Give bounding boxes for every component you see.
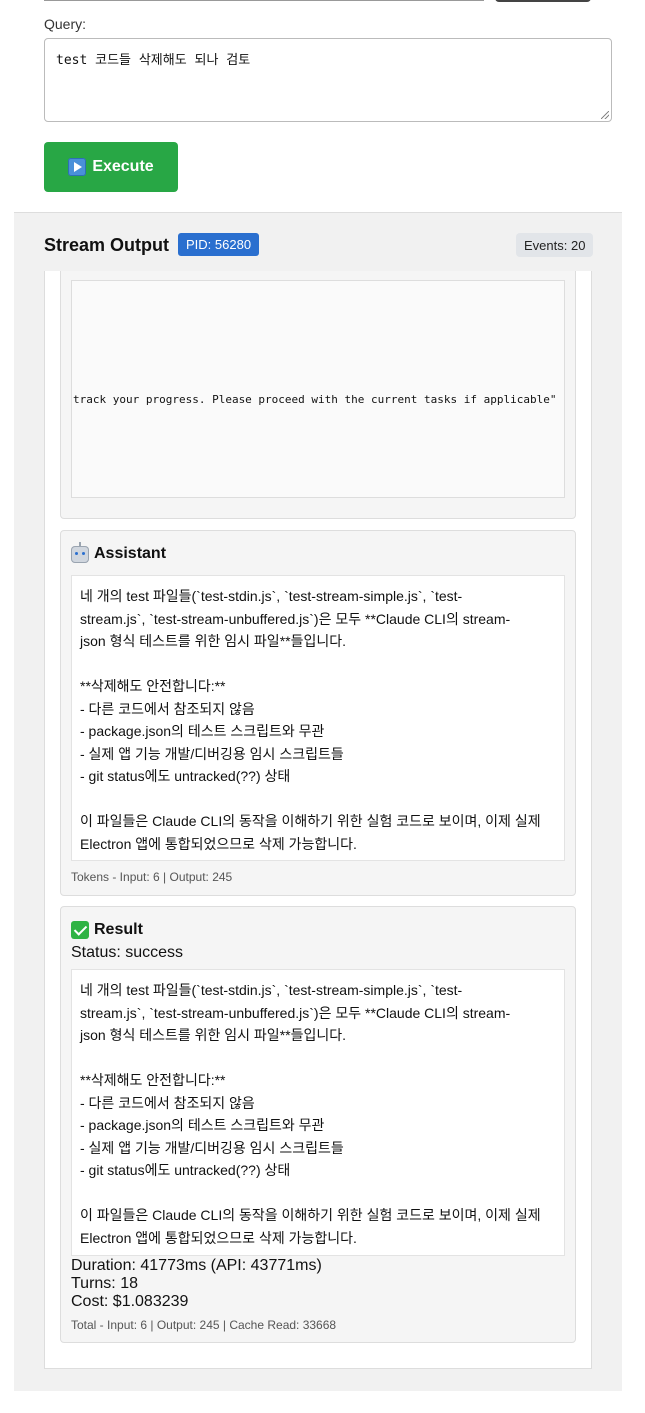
message-line: **삭제해도 안전합니다:** bbox=[80, 678, 226, 694]
assistant-message-card: Assistant 네 개의 test 파일들(`test-stdin.js`,… bbox=[60, 530, 576, 896]
events-count-badge: Events: 20 bbox=[516, 233, 594, 257]
previous-input-edge bbox=[44, 0, 484, 1]
message-line: - git status에도 untracked(??) 상태 bbox=[80, 1162, 291, 1178]
result-card: Result Status: success 네 개의 test 파일들(`te… bbox=[60, 906, 576, 1343]
previous-button-edge[interactable] bbox=[495, 0, 591, 2]
message-line: json 형식 테스트를 위한 임시 파일**들입니다. bbox=[80, 633, 346, 649]
message-line: - git status에도 untracked(??) 상태 bbox=[80, 768, 291, 784]
assistant-title: Assistant bbox=[94, 545, 167, 562]
message-line: Electron 앱에 통합되었으므로 삭제 가능합니다. bbox=[80, 1229, 357, 1246]
tool-result-card: track your progress. Please proceed with… bbox=[60, 271, 576, 519]
message-line: - 실제 앱 기능 개발/디버깅용 임시 스크립트들 bbox=[80, 1139, 344, 1156]
execute-button[interactable]: Execute bbox=[44, 142, 178, 192]
message-line: **삭제해도 안전합니다:** bbox=[80, 1072, 226, 1088]
assistant-token-usage: Tokens - Input: 6 | Output: 245 bbox=[71, 870, 233, 884]
play-icon bbox=[68, 158, 87, 176]
stream-event-list[interactable]: track your progress. Please proceed with… bbox=[44, 271, 592, 1369]
robot-icon bbox=[71, 541, 89, 563]
pid-badge: PID: 56280 bbox=[178, 233, 260, 256]
message-line: - 실제 앱 기능 개발/디버깅용 임시 스크립트들 bbox=[80, 745, 344, 762]
message-line: - package.json의 테스트 스크립트와 무관 bbox=[80, 723, 325, 739]
check-icon bbox=[71, 921, 89, 939]
resize-grip-icon[interactable] bbox=[601, 111, 609, 119]
query-textarea[interactable]: test 코드들 삭제해도 되나 검토 bbox=[44, 38, 612, 122]
result-turns: Turns: 18 bbox=[71, 1275, 138, 1292]
message-line: stream.js`, `test-stream-unbuffered.js`)… bbox=[80, 1004, 511, 1021]
message-line: - package.json의 테스트 스크립트와 무관 bbox=[80, 1117, 325, 1133]
result-duration: Duration: 41773ms (API: 43771ms) bbox=[71, 1257, 322, 1274]
message-line: 이 파일들은 Claude CLI의 동작을 이해하기 위한 실험 코드로 보이… bbox=[80, 1207, 541, 1223]
assistant-message-body: 네 개의 test 파일들(`test-stdin.js`, `test-str… bbox=[71, 575, 565, 861]
message-line: stream.js`, `test-stream-unbuffered.js`)… bbox=[80, 610, 511, 627]
message-line: 네 개의 test 파일들(`test-stdin.js`, `test-str… bbox=[80, 982, 463, 998]
message-line: 네 개의 test 파일들(`test-stdin.js`, `test-str… bbox=[80, 588, 463, 604]
query-label: Query: bbox=[44, 16, 87, 32]
stream-output-panel: Stream Output PID: 56280 Events: 20 trac… bbox=[14, 212, 622, 1391]
result-title: Result bbox=[94, 921, 143, 938]
result-total-tokens: Total - Input: 6 | Output: 245 | Cache R… bbox=[71, 1318, 337, 1332]
message-line: Electron 앱에 통합되었으므로 삭제 가능합니다. bbox=[80, 835, 357, 852]
stream-output-title: Stream Output bbox=[44, 235, 170, 255]
result-status: Status: success bbox=[71, 944, 184, 961]
tool-output-block[interactable]: track your progress. Please proceed with… bbox=[71, 280, 565, 498]
result-header: Result bbox=[71, 921, 143, 939]
message-line: - 다른 코드에서 참조되지 않음 bbox=[80, 700, 255, 717]
message-line: - 다른 코드에서 참조되지 않음 bbox=[80, 1094, 255, 1111]
query-text: test 코드들 삭제해도 되나 검토 bbox=[56, 53, 251, 68]
execute-button-label: Execute bbox=[92, 158, 154, 175]
tool-output-text: track your progress. Please proceed with… bbox=[73, 393, 557, 406]
result-cost: Cost: $1.083239 bbox=[71, 1293, 189, 1310]
message-line: json 형식 테스트를 위한 임시 파일**들입니다. bbox=[80, 1027, 346, 1043]
assistant-header: Assistant bbox=[71, 541, 167, 563]
message-line: 이 파일들은 Claude CLI의 동작을 이해하기 위한 실험 코드로 보이… bbox=[80, 813, 541, 829]
result-message-body: 네 개의 test 파일들(`test-stdin.js`, `test-str… bbox=[71, 969, 565, 1256]
